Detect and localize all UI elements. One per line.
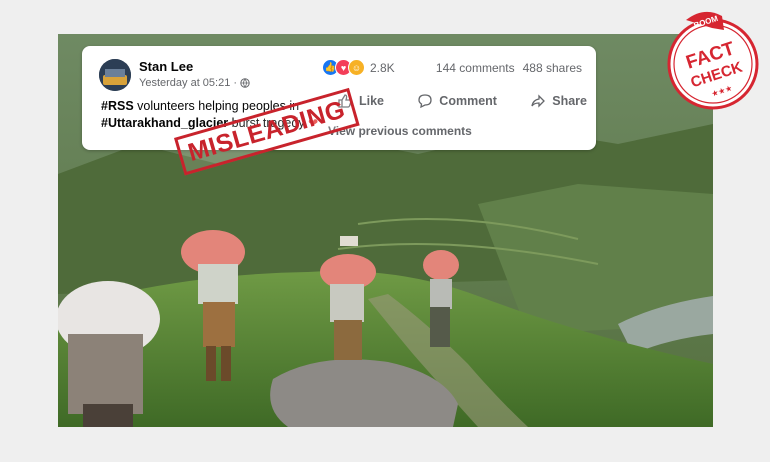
comment-icon	[418, 94, 432, 109]
reactions-summary[interactable]: 👍 ♥ ☺ 2.8K	[322, 59, 395, 76]
care-reaction-icon: ☺	[348, 59, 365, 76]
author-name[interactable]: Stan Lee	[139, 59, 193, 74]
reaction-count: 2.8K	[370, 60, 395, 75]
comments-count[interactable]: 144 comments	[436, 61, 515, 75]
like-label: Like	[359, 94, 385, 108]
share-icon	[531, 94, 546, 108]
fact-check-badge: BOOM FACT CHECK ★★★	[667, 11, 759, 110]
post-timestamp[interactable]: Yesterday at 05:21 ·	[139, 77, 250, 89]
share-label: Share	[552, 94, 587, 108]
hashtag-rss[interactable]: #RSS	[101, 99, 134, 113]
comment-label: Comment	[439, 94, 497, 108]
globe-icon	[240, 78, 250, 88]
avatar[interactable]	[99, 59, 131, 91]
post-stats: 144 comments 488 shares	[436, 61, 582, 75]
post-actions: Like Comment Share	[337, 93, 587, 109]
shares-count[interactable]: 488 shares	[523, 61, 582, 75]
share-button[interactable]: Share	[530, 93, 587, 109]
timestamp-separator: ·	[233, 77, 238, 89]
timestamp-text: Yesterday at 05:21	[139, 77, 231, 89]
comment-button[interactable]: Comment	[417, 93, 497, 109]
